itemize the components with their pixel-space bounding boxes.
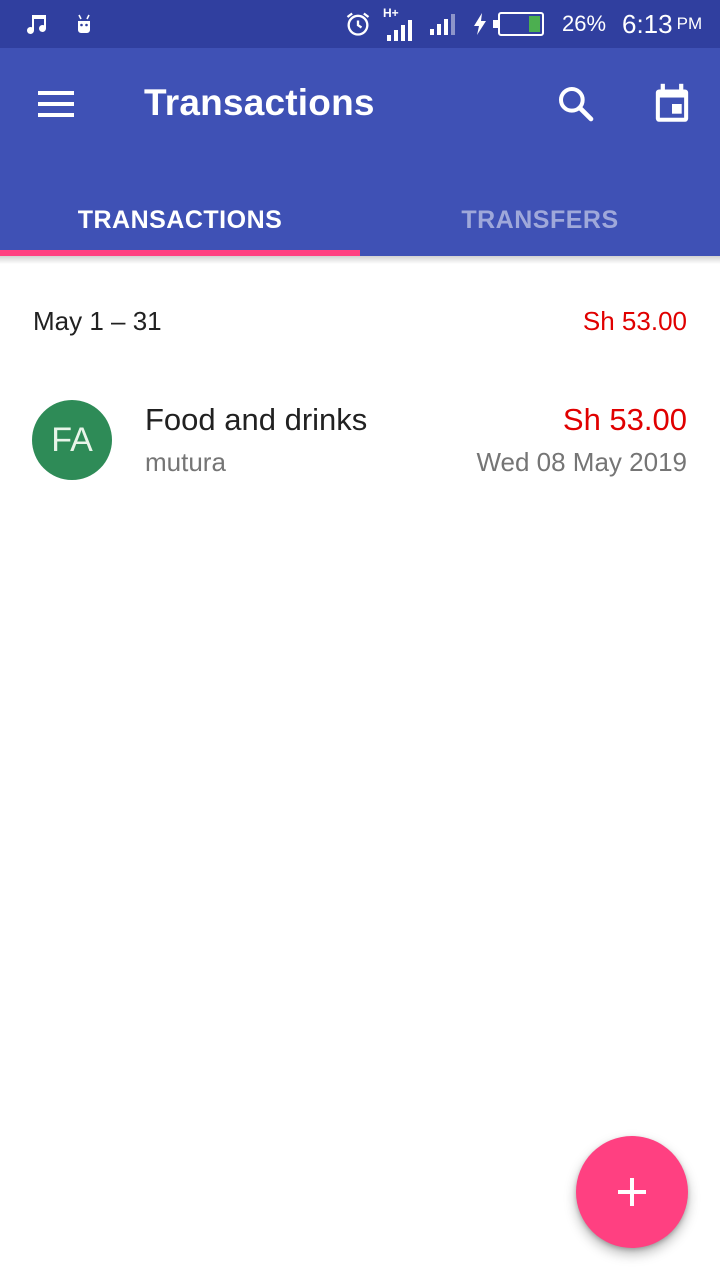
- clock-ampm: PM: [676, 14, 703, 33]
- status-bar: H+ 26% 6:13 PM: [0, 0, 720, 48]
- page-title: Transactions: [144, 82, 375, 123]
- app-bar: Transactions TRANSACTIONS TRANSFERS: [0, 48, 720, 256]
- app-bar-shadow: [0, 256, 720, 264]
- period-label: May 1 – 31: [33, 306, 162, 336]
- avatar: FA: [32, 400, 112, 480]
- alarm-icon: [344, 0, 372, 48]
- calendar-icon[interactable]: [638, 70, 706, 138]
- list-item[interactable]: FA Food and drinks mutura Sh 53.00 Wed 0…: [0, 384, 720, 496]
- android-icon: [72, 0, 96, 48]
- transaction-category: Food and drinks: [145, 402, 368, 437]
- menu-icon[interactable]: [20, 74, 92, 134]
- battery-icon: [492, 0, 546, 48]
- tab-transfers[interactable]: TRANSFERS: [360, 184, 720, 256]
- music-note-icon: [24, 0, 48, 48]
- network-type-label: H+: [383, 6, 399, 20]
- transaction-date: Wed 08 May 2019: [476, 447, 687, 477]
- signal-icon: [428, 0, 456, 48]
- search-icon[interactable]: [542, 70, 610, 138]
- period-total: Sh 53.00: [582, 306, 687, 336]
- signal-icon: H+: [383, 0, 417, 48]
- tab-transactions[interactable]: TRANSACTIONS: [0, 184, 360, 256]
- transaction-note: mutura: [145, 447, 226, 477]
- transaction-amount: Sh 53.00: [562, 402, 687, 437]
- battery-percent: 26%: [562, 11, 607, 36]
- plus-icon: [618, 1178, 646, 1206]
- clock-time: 6:13: [622, 8, 673, 39]
- add-transaction-button[interactable]: [576, 1136, 688, 1248]
- clock: 6:13 PM: [622, 0, 702, 48]
- charging-icon: [472, 0, 488, 48]
- period-summary: May 1 – 31 Sh 53.00: [0, 290, 720, 354]
